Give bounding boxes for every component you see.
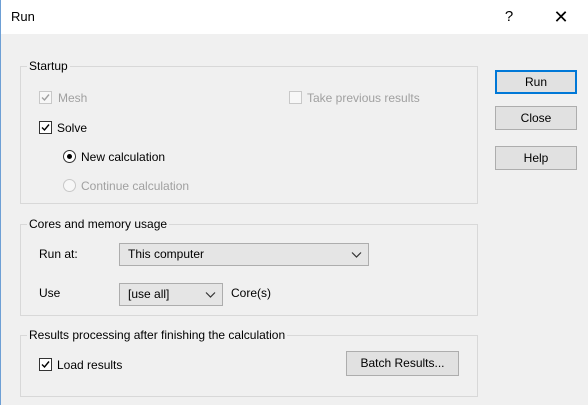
batch-results-button[interactable]: Batch Results... [346,351,459,376]
close-icon[interactable]: ✕ [541,3,581,31]
help-icon[interactable]: ? [489,3,529,31]
solve-checkbox[interactable] [39,121,52,134]
check-icon [41,124,50,132]
check-icon [41,94,50,102]
continue-calculation-radio[interactable] [63,179,76,192]
check-icon [41,361,50,369]
run-button[interactable]: Run [495,70,577,94]
load-results-checkbox[interactable] [39,358,52,371]
take-previous-label: Take previous results [307,91,420,105]
new-calculation-label: New calculation [81,150,166,164]
new-calculation-radio[interactable] [63,150,76,163]
run-at-label: Run at: [39,247,78,261]
run-at-select[interactable]: This computer [119,243,369,266]
mesh-label: Mesh [58,91,88,105]
continue-calculation-label: Continue calculation [81,179,190,193]
results-legend: Results processing after finishing the c… [27,328,288,342]
cores-group: Cores and memory usage [20,217,478,316]
startup-legend: Startup [27,59,70,73]
cores-legend: Cores and memory usage [27,217,170,231]
load-results-label: Load results [57,358,123,372]
radio-dot [67,154,72,159]
use-label: Use [39,286,61,300]
close-button[interactable]: Close [495,106,577,130]
help-button[interactable]: Help [495,146,577,170]
run-dialog: Run ? ✕ Startup Mesh Take previous resul… [0,0,588,405]
chevron-down-icon [205,292,216,298]
cores-value: [use all] [128,287,170,301]
take-previous-checkbox[interactable] [289,91,302,104]
run-at-value: This computer [128,247,205,261]
chevron-down-icon [351,252,362,258]
solve-label: Solve [57,121,88,135]
title-bar: Run ? ✕ [1,0,588,34]
cores-select[interactable]: [use all] [119,283,223,306]
cores-suffix: Core(s) [231,286,272,300]
mesh-checkbox[interactable] [39,91,52,104]
window-title: Run [11,9,35,24]
